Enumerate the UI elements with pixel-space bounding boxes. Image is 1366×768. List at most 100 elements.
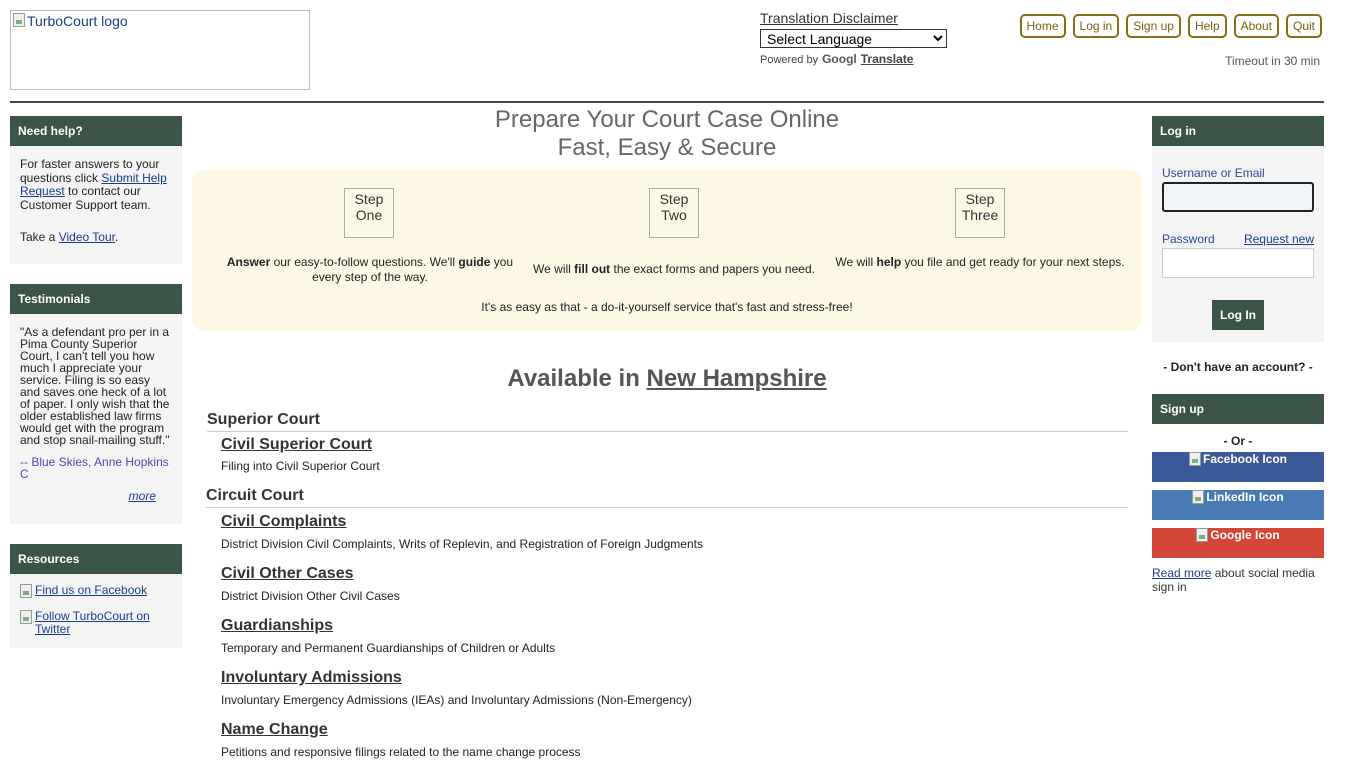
case-name-change-link[interactable]: Name Change <box>221 721 328 739</box>
resources-panel: Resources Find us on Facebook Follow Tur… <box>10 544 182 648</box>
top-nav: Home Log in Sign up Help About Quit <box>1019 14 1322 38</box>
step-one: Step One Answer our easy-to-follow quest… <box>220 188 520 285</box>
right-sidebar: Log in Username or Email Password Reques… <box>1152 116 1324 594</box>
video-tour-link[interactable]: Video Tour <box>59 230 115 244</box>
powered-by-label: Powered by <box>760 54 819 66</box>
request-new-password-link[interactable]: Request new <box>1244 232 1314 246</box>
translation-disclaimer-link[interactable]: Translation Disclaimer <box>760 10 960 26</box>
language-select[interactable]: Select Language <box>760 29 947 48</box>
case-description: Temporary and Permanent Guardianships of… <box>221 641 556 655</box>
read-more-link[interactable]: Read more <box>1152 566 1211 580</box>
step-three-text: We will help you file and get ready for … <box>835 255 1125 269</box>
facebook-signin-button[interactable]: Facebook Icon <box>1152 452 1324 482</box>
help-panel-title: Need help? <box>10 116 182 146</box>
or-divider: - Or - <box>1223 434 1253 448</box>
case-item: Civil Complaints District Division Civil… <box>221 513 1142 551</box>
step-one-image: Step One <box>344 188 394 238</box>
step-two-text: We will fill out the exact forms and pap… <box>533 262 815 276</box>
step-three: Step Three We will help you file and get… <box>830 188 1130 270</box>
court-list: Superior Court Civil Superior Court Fili… <box>192 411 1142 759</box>
login-panel-title: Log in <box>1152 116 1324 146</box>
timeout-text: Timeout in 30 min <box>1225 54 1320 68</box>
case-civil-complaints-link[interactable]: Civil Complaints <box>221 513 346 531</box>
header-divider <box>10 101 1324 103</box>
step-one-text: Answer our easy-to-follow questions. We'… <box>226 255 514 284</box>
case-guardianships-link[interactable]: Guardianships <box>221 617 333 635</box>
twitter-icon <box>20 610 32 624</box>
left-sidebar: Need help? For faster answers to your qu… <box>10 116 182 668</box>
available-prefix: Available in <box>507 365 640 392</box>
tour-suffix: . <box>114 230 119 244</box>
nav-quit-button[interactable]: Quit <box>1285 14 1322 38</box>
username-input[interactable] <box>1162 182 1314 212</box>
steps-box: Step One Answer our easy-to-follow quest… <box>192 170 1142 331</box>
facebook-alt-text: Facebook Icon <box>1202 452 1288 466</box>
logo[interactable]: TurboCourt logo <box>10 10 310 90</box>
google-logo: Googl <box>822 52 857 66</box>
google-alt-text: Google Icon <box>1210 528 1280 542</box>
nav-home-button[interactable]: Home <box>1019 14 1066 38</box>
twitter-resource[interactable]: Follow TurboCourt on Twitter <box>20 610 172 636</box>
testimonial-author: -- Blue Skies, Anne Hopkins C <box>20 455 169 481</box>
linkedin-signin-button[interactable]: LinkedIn Icon <box>1152 490 1324 520</box>
google-signin-button[interactable]: Google Icon <box>1152 528 1324 558</box>
tour-prefix: Take a <box>20 230 56 244</box>
more-testimonials-link[interactable]: more <box>129 489 156 503</box>
case-involuntary-admissions-link[interactable]: Involuntary Admissions <box>221 669 402 687</box>
follow-on-twitter-link[interactable]: Follow TurboCourt on Twitter <box>35 610 172 636</box>
headline-line-2: Fast, Easy & Secure <box>557 134 777 161</box>
nav-login-button[interactable]: Log in <box>1072 14 1120 38</box>
login-button[interactable]: Log In <box>1212 300 1264 330</box>
case-description: District Division Other Civil Cases <box>221 589 400 603</box>
password-input[interactable] <box>1162 248 1314 278</box>
no-account-text: - Don't have an account? - <box>1163 360 1313 374</box>
case-item: Name Change Petitions and responsive fil… <box>221 721 1142 759</box>
translate-link[interactable]: Translate <box>861 52 914 66</box>
available-in-heading: Available in New Hampshire <box>192 365 1142 393</box>
translate-widget: Translation Disclaimer Select Language P… <box>760 10 960 66</box>
broken-image-icon <box>13 13 25 27</box>
signup-panel-title: Sign up <box>1152 394 1324 424</box>
facebook-icon <box>20 584 32 598</box>
case-description: District Division Civil Complaints, Writ… <box>221 537 703 551</box>
resources-title: Resources <box>10 544 182 574</box>
steps-tagline: It's as easy as that - a do-it-yourself … <box>481 300 853 314</box>
help-panel: Need help? For faster answers to your qu… <box>10 116 182 264</box>
case-item: Civil Superior Court Filing into Civil S… <box>221 436 1142 473</box>
step-two: Step Two We will fill out the exact form… <box>524 188 824 277</box>
facebook-icon <box>1188 452 1201 466</box>
social-read-more: Read more about social media sign in <box>1152 566 1324 594</box>
nav-signup-button[interactable]: Sign up <box>1126 14 1181 38</box>
linkedin-icon <box>1192 490 1205 504</box>
username-label: Username or Email <box>1162 166 1265 180</box>
step-three-image: Step Three <box>955 188 1005 238</box>
password-label: Password <box>1162 232 1215 246</box>
main-content: Prepare Your Court Case Online Fast, Eas… <box>192 106 1142 759</box>
testimonial-quote: "As a defendant pro per in a Pima County… <box>20 325 170 447</box>
testimonials-panel: Testimonials "As a defendant pro per in … <box>10 284 182 524</box>
court-heading-superior: Superior Court <box>207 411 1128 432</box>
case-item: Civil Other Cases District Division Othe… <box>221 565 1142 603</box>
powered-by: Powered by Googl Translate <box>760 52 960 66</box>
case-civil-other-cases-link[interactable]: Civil Other Cases <box>221 565 354 583</box>
google-icon <box>1196 528 1209 542</box>
find-us-on-facebook-link[interactable]: Find us on Facebook <box>35 584 147 597</box>
login-form: Username or Email Password Request new L… <box>1152 146 1324 342</box>
headline: Prepare Your Court Case Online Fast, Eas… <box>192 106 1142 162</box>
case-description: Petitions and responsive filings related… <box>221 745 581 759</box>
case-description: Involuntary Emergency Admissions (IEAs) … <box>221 693 692 707</box>
case-item: Guardianships Temporary and Permanent Gu… <box>221 617 1142 655</box>
court-heading-circuit: Circuit Court <box>206 487 1128 508</box>
nav-help-button[interactable]: Help <box>1187 14 1227 38</box>
headline-line-1: Prepare Your Court Case Online <box>494 106 840 133</box>
case-item: Involuntary Admissions Involuntary Emerg… <box>221 669 1142 707</box>
case-civil-superior-court-link[interactable]: Civil Superior Court <box>221 436 372 454</box>
logo-alt-text: TurboCourt logo <box>27 13 128 29</box>
facebook-resource[interactable]: Find us on Facebook <box>20 584 172 598</box>
linkedin-alt-text: LinkedIn Icon <box>1206 490 1284 504</box>
case-description: Filing into Civil Superior Court <box>221 459 380 473</box>
state-link[interactable]: New Hampshire <box>647 365 827 392</box>
testimonials-title: Testimonials <box>10 284 182 314</box>
nav-about-button[interactable]: About <box>1233 14 1279 38</box>
step-two-image: Step Two <box>649 188 699 238</box>
